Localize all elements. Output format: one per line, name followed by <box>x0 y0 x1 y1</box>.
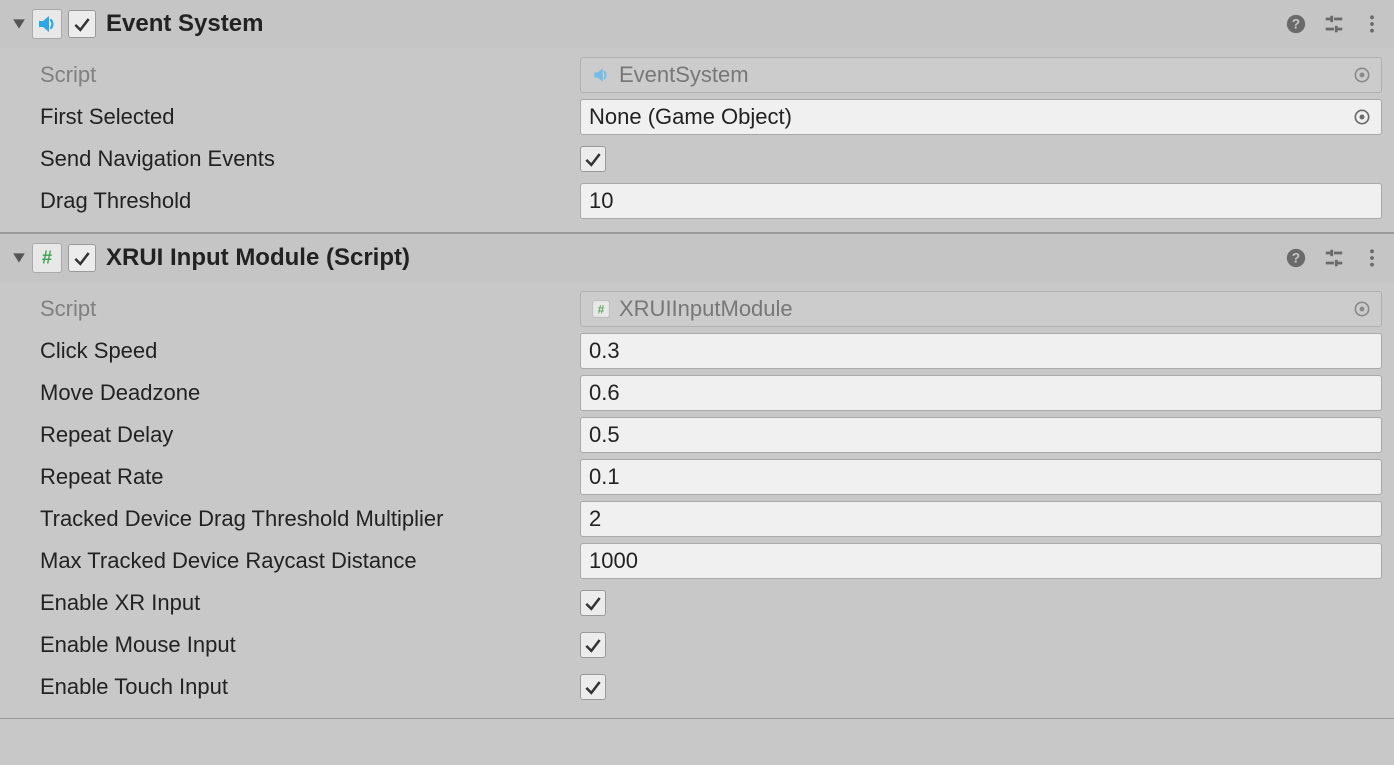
component-enabled-checkbox[interactable] <box>68 10 96 38</box>
tracked-drag-mult-label: Tracked Device Drag Threshold Multiplier <box>40 506 580 532</box>
send-navigation-label: Send Navigation Events <box>40 146 580 172</box>
svg-text:?: ? <box>1292 251 1300 266</box>
svg-text:#: # <box>42 247 52 268</box>
preset-icon[interactable] <box>1322 12 1346 36</box>
component-body: Script EventSystem First Sel <box>0 48 1394 232</box>
help-icon[interactable]: ? <box>1284 246 1308 270</box>
first-selected-field[interactable]: None (Game Object) <box>580 99 1382 135</box>
help-icon[interactable]: ? <box>1284 12 1308 36</box>
preset-icon[interactable] <box>1322 246 1346 270</box>
tracked-drag-mult-value: 2 <box>589 506 601 532</box>
drag-threshold-input[interactable]: 10 <box>580 183 1382 219</box>
svg-text:#: # <box>598 303 605 317</box>
script-value: EventSystem <box>619 62 1345 88</box>
click-speed-input[interactable]: 0.3 <box>580 333 1382 369</box>
object-picker-icon[interactable] <box>1351 106 1373 128</box>
drag-threshold-value: 10 <box>589 188 613 214</box>
script-label: Script <box>40 62 580 88</box>
drag-threshold-label: Drag Threshold <box>40 188 580 214</box>
menu-kebab-icon[interactable] <box>1360 246 1384 270</box>
script-field: EventSystem <box>580 57 1382 93</box>
csharp-script-icon: # <box>32 243 62 273</box>
component-header[interactable]: Event System ? <box>0 0 1394 48</box>
first-selected-value: None (Game Object) <box>589 104 1345 130</box>
menu-kebab-icon[interactable] <box>1360 12 1384 36</box>
repeat-rate-label: Repeat Rate <box>40 464 580 490</box>
foldout-toggle-icon[interactable] <box>10 249 28 267</box>
repeat-delay-input[interactable]: 0.5 <box>580 417 1382 453</box>
component-header[interactable]: # XRUI Input Module (Script) ? <box>0 234 1394 282</box>
component-event-system: Event System ? Script <box>0 0 1394 233</box>
click-speed-value: 0.3 <box>589 338 620 364</box>
move-deadzone-value: 0.6 <box>589 380 620 406</box>
object-picker-icon[interactable] <box>1351 64 1373 86</box>
send-navigation-checkbox[interactable] <box>580 146 606 172</box>
enable-touch-checkbox[interactable] <box>580 674 606 700</box>
csharp-script-icon: # <box>589 297 613 321</box>
enable-mouse-label: Enable Mouse Input <box>40 632 580 658</box>
repeat-rate-input[interactable]: 0.1 <box>580 459 1382 495</box>
event-system-icon <box>589 63 613 87</box>
enable-mouse-checkbox[interactable] <box>580 632 606 658</box>
script-field: # XRUIInputModule <box>580 291 1382 327</box>
max-raycast-label: Max Tracked Device Raycast Distance <box>40 548 580 574</box>
repeat-delay-value: 0.5 <box>589 422 620 448</box>
repeat-rate-value: 0.1 <box>589 464 620 490</box>
component-body: Script # XRUIInputModule Click <box>0 282 1394 718</box>
max-raycast-value: 1000 <box>589 548 638 574</box>
first-selected-label: First Selected <box>40 104 580 130</box>
script-value: XRUIInputModule <box>619 296 1345 322</box>
repeat-delay-label: Repeat Delay <box>40 422 580 448</box>
tracked-drag-mult-input[interactable]: 2 <box>580 501 1382 537</box>
move-deadzone-label: Move Deadzone <box>40 380 580 406</box>
object-picker-icon[interactable] <box>1351 298 1373 320</box>
component-xrui-input-module: # XRUI Input Module (Script) ? <box>0 234 1394 719</box>
component-title: Event System <box>106 10 1284 38</box>
foldout-toggle-icon[interactable] <box>10 15 28 33</box>
event-system-icon <box>32 9 62 39</box>
enable-xr-checkbox[interactable] <box>580 590 606 616</box>
script-label: Script <box>40 296 580 322</box>
component-title: XRUI Input Module (Script) <box>106 244 1284 272</box>
enable-touch-label: Enable Touch Input <box>40 674 580 700</box>
component-enabled-checkbox[interactable] <box>68 244 96 272</box>
max-raycast-input[interactable]: 1000 <box>580 543 1382 579</box>
enable-xr-label: Enable XR Input <box>40 590 580 616</box>
svg-text:?: ? <box>1292 17 1300 32</box>
click-speed-label: Click Speed <box>40 338 580 364</box>
move-deadzone-input[interactable]: 0.6 <box>580 375 1382 411</box>
